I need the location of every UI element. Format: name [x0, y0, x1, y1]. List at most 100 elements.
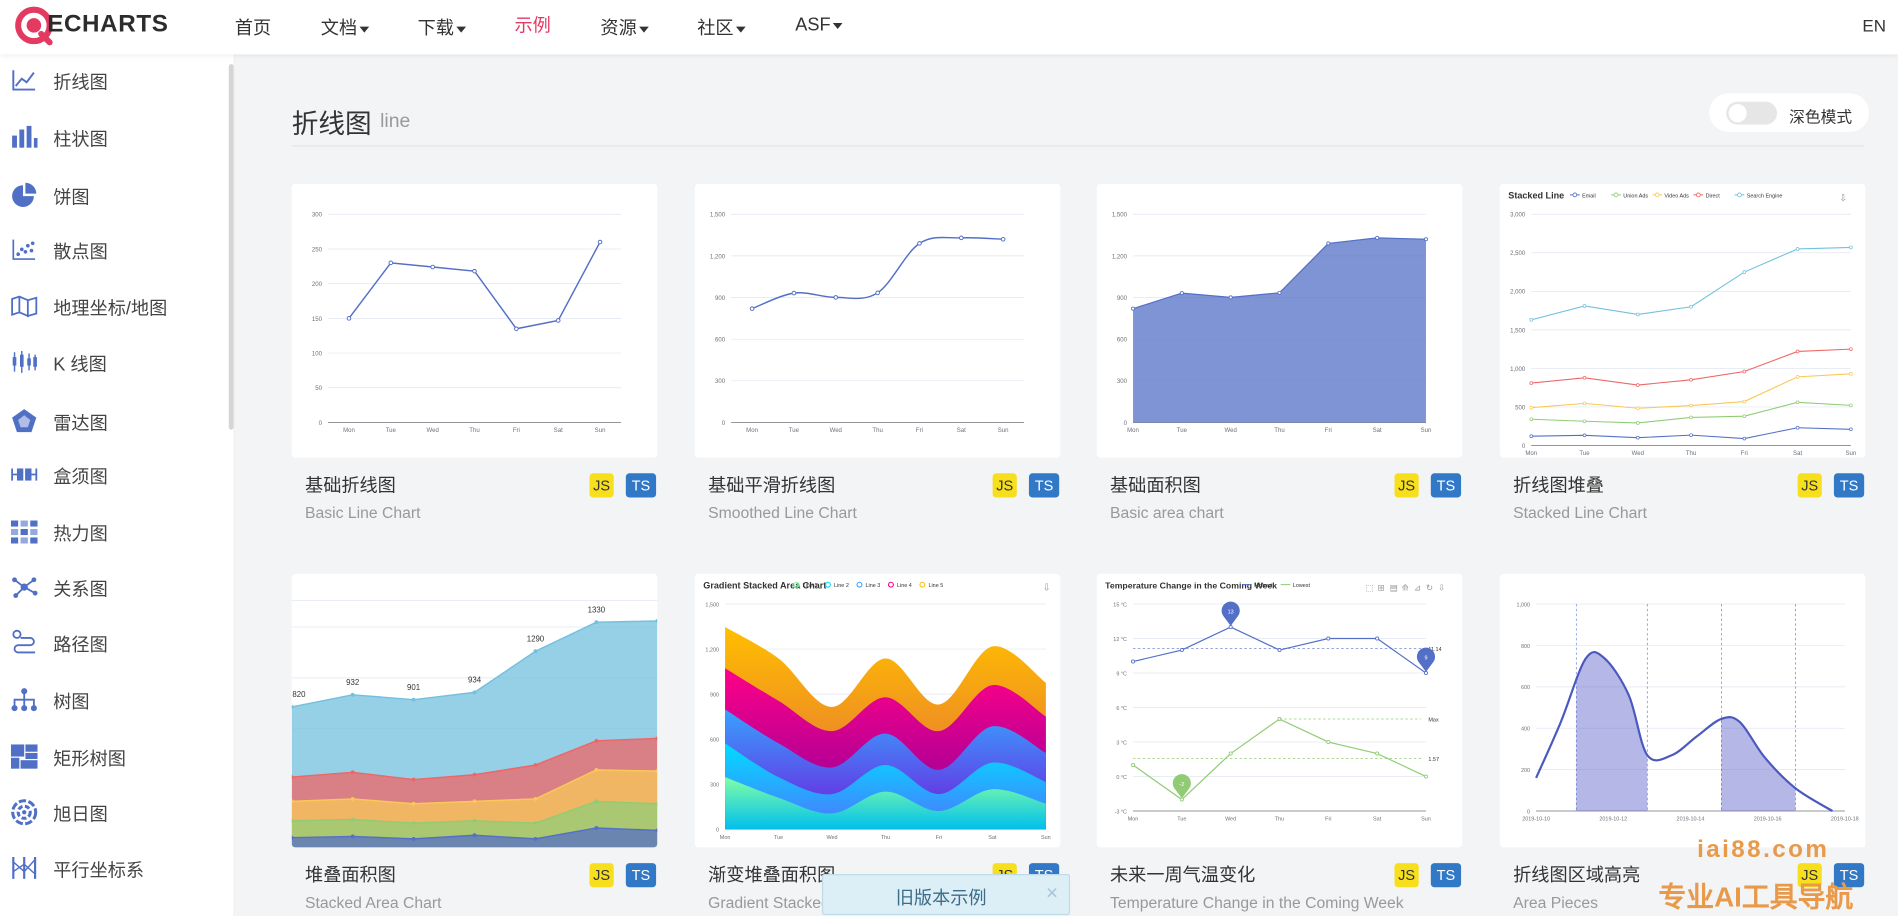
sidebar-item-parallel[interactable]: 平行坐标系	[0, 850, 234, 889]
ts-badge[interactable]: TS	[1028, 473, 1060, 498]
sidebar-item-heatmap[interactable]: 热力图	[0, 513, 234, 552]
card-title[interactable]: 折线图区域高亮	[1513, 862, 1640, 887]
nav-asf[interactable]: ASF	[795, 15, 843, 35]
card-title[interactable]: 未来一周气温变化	[1110, 862, 1255, 887]
js-badge[interactable]: JS	[1394, 863, 1419, 888]
ts-badge[interactable]: TS	[1430, 863, 1462, 888]
js-badge[interactable]: JS	[589, 473, 614, 498]
sidebar-item-tree[interactable]: 树图	[0, 682, 234, 721]
sidebar-item-candlestick[interactable]: K 线图	[0, 344, 234, 383]
dark-mode-toggle[interactable]: 深色模式	[1709, 93, 1870, 132]
x-tick-label: Tue	[1177, 428, 1188, 434]
data-point	[1689, 433, 1693, 437]
example-card[interactable]: 0 200 400 600 800 1,000 2019-10-10 2019-10-12 20…	[1499, 573, 1866, 916]
data-point	[1635, 406, 1640, 411]
x-tick-label: Sat	[957, 428, 966, 434]
card-title[interactable]: 折线图堆叠	[1513, 472, 1604, 497]
data-point	[1689, 403, 1693, 408]
js-badge[interactable]: JS	[1394, 473, 1419, 498]
js-badge[interactable]: JS	[589, 863, 614, 888]
data-point	[350, 692, 355, 697]
chart-thumbnail[interactable]: 820 932 901 934 1290 1330	[291, 573, 658, 848]
close-icon[interactable]: ×	[1046, 881, 1058, 905]
card-subtitle: Area Pieces	[1513, 893, 1598, 912]
bar-chart-icon	[12, 125, 38, 148]
x-tick-label: Wed	[1225, 428, 1237, 434]
example-card[interactable]: 0 300 600 900 1,200 1,500 Mon Tue Wed Thu Fri Sat Su…	[1096, 183, 1463, 535]
sidebar-item-label: 旭日图	[53, 804, 108, 826]
chart-thumbnail[interactable]: 0 200 400 600 800 1,000 2019-10-10 2019-10-12 20…	[1499, 573, 1866, 848]
y-tick-label: -3 °C	[1115, 809, 1128, 815]
js-badge[interactable]: JS	[1797, 473, 1822, 498]
nav-docs[interactable]: 文档	[321, 15, 370, 40]
example-card[interactable]: -3 °C 0 °C 3 °C 6 °C 9 °C 12 °C 15 °C Mon Tue Wed…	[1096, 573, 1463, 916]
sidebar-item-label: 热力图	[53, 524, 108, 545]
nav-examples[interactable]: 示例	[514, 12, 550, 37]
y-tick-label: 600	[715, 338, 726, 344]
language-switch[interactable]: EN	[1862, 16, 1886, 35]
y-tick-label: 0	[1527, 809, 1530, 815]
ts-badge[interactable]: TS	[625, 473, 657, 498]
card-title[interactable]: 渐变堆叠面积图	[708, 862, 835, 887]
sidebar-item-radar[interactable]: 雷达图	[0, 403, 234, 442]
example-card[interactable]: 820 932 901 934 1290 1330 堆叠面积图 Stacked Area …	[291, 573, 658, 916]
toggle-switch[interactable]	[1726, 101, 1778, 125]
data-point	[533, 836, 538, 841]
nav-home[interactable]: 首页	[235, 15, 271, 40]
sidebar-item-scatter[interactable]: 散点图	[0, 231, 234, 270]
data-point	[959, 235, 964, 241]
toast-label[interactable]: 旧版本示例	[896, 885, 987, 910]
sidebar-item-map[interactable]: 地理坐标/地图	[0, 288, 234, 327]
chevron-down-icon	[456, 26, 467, 33]
sidebar-item-label: 盒须图	[53, 467, 108, 488]
chart-thumbnail[interactable]: 0 50 100 150 200 250 300 Mon Tue Wed Thu Fri Sat Sun	[291, 183, 658, 458]
legend-swatch	[1572, 192, 1578, 198]
card-title[interactable]: 基础平滑折线图	[708, 472, 835, 497]
card-title[interactable]: 基础面积图	[1110, 472, 1201, 497]
legend-swatch	[919, 581, 926, 588]
chart-thumbnail[interactable]: 0 300 600 900 1,200 1,500 Mon Tue Wed Thu Fri Sat Su…	[694, 573, 1061, 848]
old-version-toast[interactable]: 旧版本示例 ×	[821, 873, 1071, 916]
candlestick-icon	[12, 351, 37, 373]
ts-badge[interactable]: TS	[1430, 473, 1462, 498]
sidebar-item-pie[interactable]: 饼图	[0, 177, 234, 216]
x-tick-label: Mon	[746, 428, 758, 434]
sidebar-item-sunburst[interactable]: 旭日图	[0, 794, 234, 833]
data-point	[533, 796, 538, 801]
example-card[interactable]: 0 500 1,000 1,500 2,000 2,500 3,000 Mon Tue Wed Th…	[1499, 183, 1866, 535]
data-point	[1375, 636, 1380, 641]
sidebar-item-graph[interactable]: 关系图	[0, 569, 234, 608]
nav-community[interactable]: 社区	[697, 15, 746, 40]
x-tick-label: Fri	[916, 428, 923, 434]
js-badge[interactable]: JS	[992, 473, 1017, 498]
data-point	[1795, 400, 1800, 405]
sidebar-scrollbar[interactable]	[228, 64, 234, 430]
example-card[interactable]: 0 300 600 900 1,200 1,500 Mon Tue Wed Thu Fri Sat Su…	[694, 183, 1061, 535]
chart-thumbnail[interactable]: 0 300 600 900 1,200 1,500 Mon Tue Wed Thu Fri Sat Su…	[694, 183, 1061, 458]
data-point	[1326, 241, 1331, 246]
pin-label: 13	[1228, 610, 1234, 616]
nav-download[interactable]: 下载	[418, 15, 467, 40]
example-card[interactable]: 0 300 600 900 1,200 1,500 Mon Tue Wed Thu Fri Sat Su…	[694, 573, 1061, 916]
ts-badge[interactable]: TS	[1833, 473, 1865, 498]
card-title[interactable]: 堆叠面积图	[305, 862, 396, 887]
card-title[interactable]: 基础折线图	[305, 472, 396, 497]
logo-text[interactable]: ECHARTS	[47, 11, 168, 39]
chart-thumbnail[interactable]: 0 300 600 900 1,200 1,500 Mon Tue Wed Thu Fri Sat Su…	[1096, 183, 1463, 458]
example-card[interactable]: 0 50 100 150 200 250 300 Mon Tue Wed Thu Fri Sat Sun …	[291, 183, 658, 535]
nav-resources[interactable]: 资源	[600, 15, 649, 40]
watermark-slogan: 专业AI工具导航	[1658, 881, 1854, 913]
data-point	[1582, 419, 1587, 424]
ts-badge[interactable]: TS	[625, 863, 657, 888]
x-tick-label: Sun	[595, 428, 606, 434]
chart-thumbnail[interactable]: -3 °C 0 °C 3 °C 6 °C 9 °C 12 °C 15 °C Mon Tue Wed…	[1096, 573, 1463, 848]
sidebar-item-boxplot[interactable]: 盒须图	[0, 456, 234, 495]
sidebar-item-lines[interactable]: 路径图	[0, 625, 234, 664]
sidebar-item-treemap[interactable]: 矩形树图	[0, 738, 234, 777]
sidebar-item-bar[interactable]: 柱状图	[0, 119, 234, 158]
y-tick-label: 300	[312, 213, 323, 219]
sidebar-item-line[interactable]: 折线图	[0, 62, 234, 101]
chart-thumbnail[interactable]: 0 500 1,000 1,500 2,000 2,500 3,000 Mon Tue Wed Th…	[1499, 183, 1866, 458]
treemap-icon	[10, 744, 38, 769]
watermark-url: iai88.com	[1697, 836, 1830, 864]
